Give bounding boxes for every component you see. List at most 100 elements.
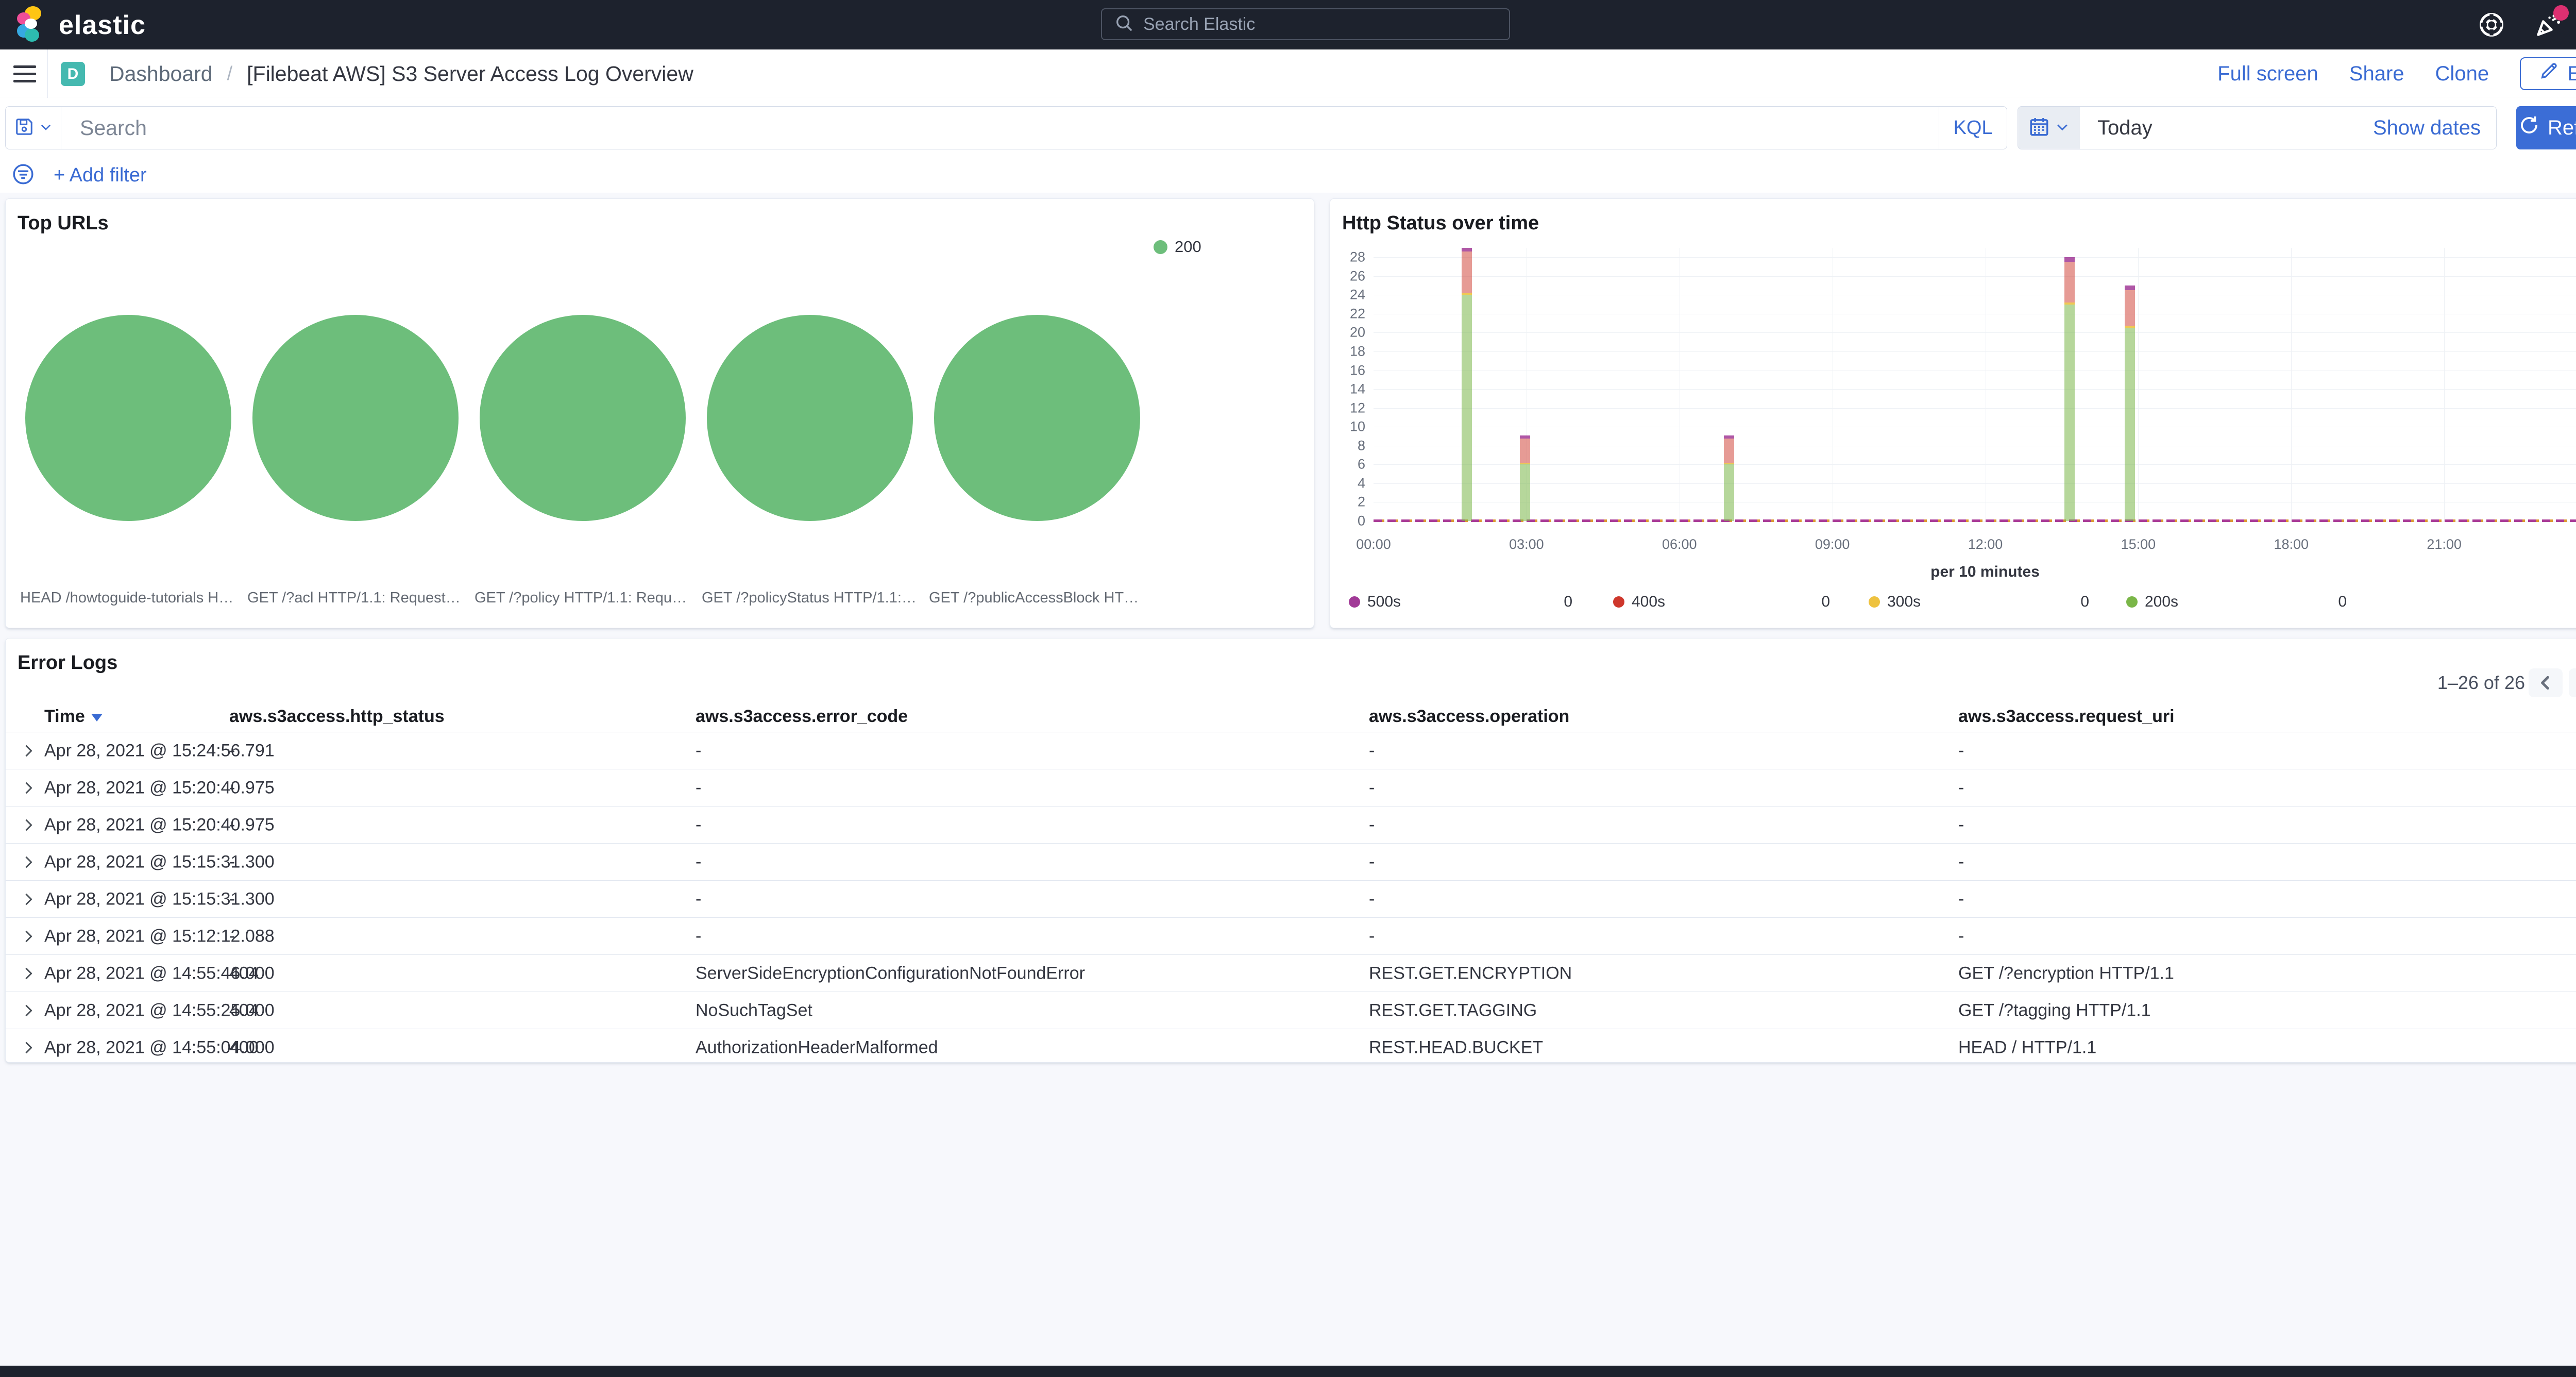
cell-status: 400 [229, 1037, 259, 1057]
column-header-aws.s3access.http_status[interactable]: aws.s3access.http_status [229, 707, 445, 727]
expand-row-icon[interactable] [17, 851, 40, 874]
legend-item-500s[interactable]: 500s0 [1349, 593, 1572, 611]
help-icon[interactable] [2478, 11, 2505, 38]
expand-row-icon[interactable] [17, 740, 40, 762]
cell-status: - [229, 741, 235, 761]
legend-item-200[interactable]: 200 [1154, 238, 1201, 256]
breadcrumb-separator: / [227, 63, 233, 85]
y-axis-tick-label: 0 [1358, 513, 1365, 529]
calendar-icon [2028, 116, 2050, 140]
breadcrumb-dashboard[interactable]: Dashboard [109, 62, 213, 86]
pie-label: GET /?acl HTTP/1.1: Request Uri [247, 590, 464, 607]
stacked-bar-01:50[interactable] [1462, 248, 1472, 521]
pie-chart[interactable] [707, 315, 913, 521]
y-axis-tick-label: 22 [1350, 306, 1365, 322]
y-axis-tick-label: 6 [1358, 457, 1365, 473]
v-gridline [2444, 248, 2445, 521]
pie-label: GET /?policyStatus HTTP/1.1: Req... [702, 590, 918, 607]
panel-title: Http Status over time [1342, 212, 1539, 234]
stacked-bar-14:50[interactable] [2125, 286, 2135, 521]
pie-chart[interactable] [480, 315, 686, 521]
dashboard-app-badge[interactable]: D [61, 62, 85, 86]
column-header-aws.s3access.error_code[interactable]: aws.s3access.error_code [696, 707, 908, 727]
share-button[interactable]: Share [2349, 62, 2404, 86]
pie-chart[interactable] [252, 315, 459, 521]
x-axis-tick-label: 03:00 [1509, 536, 1544, 552]
x-axis-tick-label: 00:00 [1356, 536, 1391, 552]
kibana-dashboard-app: elastic m D Dashboard / [Filebeat AWS [0, 0, 2576, 1377]
legend-dot [1349, 596, 1360, 608]
filter-icon[interactable] [11, 162, 35, 189]
pie-label: GET /?policy HTTP/1.1: Request Uri [474, 590, 691, 607]
refresh-button[interactable]: Refresh [2516, 106, 2576, 149]
cell-error: - [696, 741, 701, 761]
expand-row-icon[interactable] [17, 888, 40, 911]
cell-error: - [696, 926, 701, 946]
legend-item-200s[interactable]: 200s0 [2126, 593, 2347, 611]
menu-icon[interactable] [13, 62, 36, 85]
cell-error: NoSuchTagSet [696, 1000, 812, 1020]
stacked-bar-06:58[interactable] [1724, 435, 1734, 521]
pagination-label: 1–26 of 26 [2355, 667, 2525, 698]
expand-row-icon[interactable] [17, 925, 40, 948]
cell-status: - [229, 889, 235, 909]
cell-status: - [229, 815, 235, 835]
chevron-down-icon [2055, 120, 2070, 137]
breadcrumb: Dashboard / [Filebeat AWS] S3 Server Acc… [109, 49, 693, 98]
show-dates-button[interactable]: Show dates [2373, 107, 2496, 149]
cell-uri: GET /?tagging HTTP/1.1 [1958, 1000, 2151, 1020]
pie-chart[interactable] [25, 315, 231, 521]
pagination-next-button[interactable] [2569, 668, 2576, 697]
stacked-bar-13:39[interactable] [2064, 257, 2075, 521]
global-header: elastic m [0, 0, 2576, 49]
kql-button[interactable]: KQL [1939, 107, 2007, 149]
table-row: Apr 28, 2021 @ 15:15:31.300---- [6, 844, 2576, 881]
column-header-aws.s3access.request_uri[interactable]: aws.s3access.request_uri [1958, 707, 2175, 727]
full-screen-button[interactable]: Full screen [2217, 62, 2318, 86]
cell-operation: REST.GET.TAGGING [1369, 1000, 1537, 1020]
pie-label: HEAD /howtoguide-tutorials HTTP... [20, 590, 236, 607]
saved-query-menu-button[interactable] [6, 107, 61, 149]
edit-button[interactable]: Edit [2520, 57, 2576, 90]
expand-row-icon[interactable] [17, 1036, 40, 1059]
table-row: Apr 28, 2021 @ 15:20:40.975---- [6, 769, 2576, 807]
cell-operation: - [1369, 889, 1375, 909]
pagination-prev-button[interactable] [2529, 668, 2563, 697]
clone-button[interactable]: Clone [2435, 62, 2489, 86]
table-row: Apr 28, 2021 @ 14:55:46.000404ServerSide… [6, 955, 2576, 992]
global-search-input[interactable] [1143, 14, 1497, 35]
page-title: [Filebeat AWS] S3 Server Access Log Over… [247, 62, 693, 86]
legend-dot [1154, 240, 1167, 254]
pie-chart[interactable] [934, 315, 1140, 521]
cell-error: - [696, 852, 701, 872]
date-picker-calendar-button[interactable] [2018, 107, 2080, 149]
bar-chart-plot-area: 0246810121416182022242628 [1374, 248, 2576, 521]
stacked-bar-02:58[interactable] [1520, 435, 1530, 521]
legend-item-400s[interactable]: 400s0 [1613, 593, 1830, 611]
y-axis-tick-label: 20 [1350, 325, 1365, 341]
query-search-input[interactable] [80, 116, 1939, 140]
expand-row-icon[interactable] [17, 999, 40, 1022]
add-filter-button[interactable]: + Add filter [54, 164, 147, 187]
newsfeed-icon[interactable] [2535, 11, 2562, 38]
column-header-aws.s3access.operation[interactable]: aws.s3access.operation [1369, 707, 1569, 727]
expand-row-icon[interactable] [17, 962, 40, 985]
elastic-logo[interactable]: elastic [15, 5, 146, 45]
cell-error: - [696, 889, 701, 909]
cell-time: Apr 28, 2021 @ 15:15:31.300 [44, 889, 275, 909]
cell-time: Apr 28, 2021 @ 15:24:56.791 [44, 741, 275, 761]
expand-row-icon[interactable] [17, 814, 40, 836]
query-input-group: KQL [5, 106, 2007, 149]
cell-uri: - [1958, 889, 1964, 909]
time-range-value[interactable]: Today [2080, 107, 2373, 149]
expand-row-icon[interactable] [17, 777, 40, 799]
column-header-time[interactable]: Time [44, 707, 103, 727]
bar-segment-200s [1520, 464, 1530, 521]
y-axis-tick-label: 28 [1350, 249, 1365, 265]
cell-time: Apr 28, 2021 @ 15:20:40.975 [44, 815, 275, 835]
v-gridline [2138, 248, 2139, 521]
legend-item-300s[interactable]: 300s0 [1869, 593, 2089, 611]
cell-uri: - [1958, 778, 1964, 798]
global-search[interactable] [1101, 8, 1510, 40]
cell-operation: - [1369, 852, 1375, 872]
